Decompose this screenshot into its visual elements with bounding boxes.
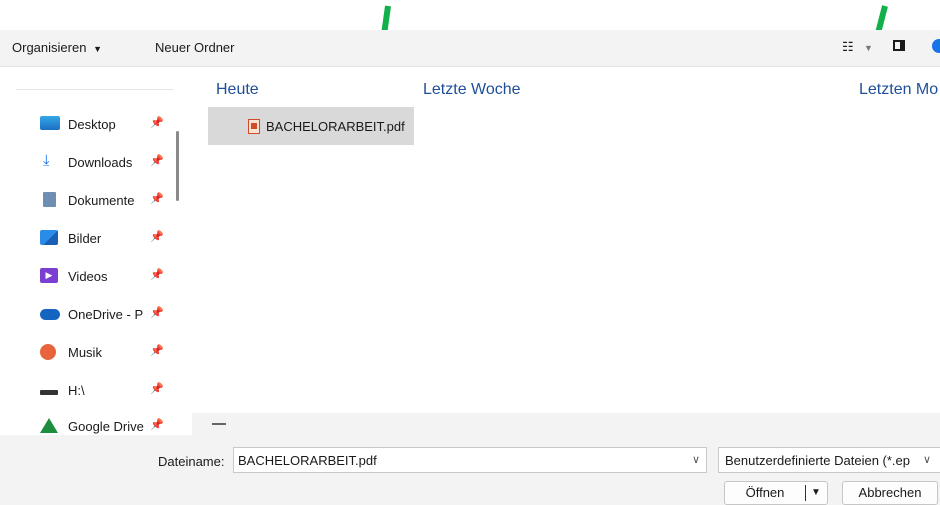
file-item[interactable]: BACHELORARBEIT.pdf	[208, 107, 414, 145]
filename-input[interactable]: BACHELORARBEIT.pdf ∨	[233, 447, 707, 473]
sidebar-item-h-drive[interactable]: H:\ 📌	[40, 379, 180, 403]
pin-icon: 📌	[150, 383, 164, 395]
scrollbar-thumb[interactable]	[212, 423, 226, 425]
document-icon	[40, 192, 60, 208]
download-icon: ⤓	[43, 152, 50, 169]
group-header-last-week[interactable]: Letzte Woche	[423, 81, 521, 99]
file-name: BACHELORARBEIT.pdf	[266, 119, 405, 134]
chevron-down-icon: ▼	[93, 44, 102, 54]
chevron-down-icon[interactable]: ▼	[864, 43, 873, 53]
organize-button[interactable]: Organisieren ▼	[12, 40, 102, 55]
caret-down-icon[interactable]: ▼	[811, 482, 821, 504]
file-type-select[interactable]: Benutzerdefinierte Dateien (*.ep ∨	[718, 447, 940, 473]
command-bar: Organisieren ▼ Neuer Ordner ☷ ▼	[0, 30, 940, 67]
sidebar-item-downloads[interactable]: ⤓ Downloads 📌	[40, 151, 180, 175]
sidebar-item-google-drive[interactable]: Google Drive 📌	[40, 415, 180, 435]
pin-icon: 📌	[150, 419, 164, 431]
desktop-icon	[40, 116, 60, 132]
cancel-button[interactable]: Abbrechen	[842, 481, 938, 505]
pin-icon: 📌	[150, 193, 164, 205]
pin-icon: 📌	[150, 307, 164, 319]
sidebar-item-onedrive[interactable]: OneDrive - P 📌	[40, 303, 180, 327]
new-folder-button[interactable]: Neuer Ordner	[155, 40, 234, 55]
file-type-value: Benutzerdefinierte Dateien (*.ep	[725, 453, 911, 468]
filename-value: BACHELORARBEIT.pdf	[238, 453, 377, 468]
sidebar-divider	[16, 89, 174, 90]
dialog-footer: Dateiname: BACHELORARBEIT.pdf ∨ Benutzer…	[0, 435, 940, 505]
help-icon[interactable]	[932, 39, 940, 56]
music-icon	[40, 344, 60, 360]
sidebar-item-desktop[interactable]: Desktop 📌	[40, 113, 180, 137]
sidebar-item-documents[interactable]: Dokumente 📌	[40, 189, 180, 213]
navigation-pane: Desktop 📌 ⤓ Downloads 📌 Dokumente 📌 Bild…	[0, 67, 190, 435]
filename-label: Dateiname:	[158, 454, 225, 469]
sidebar-item-pictures[interactable]: Bilder 📌	[40, 227, 180, 251]
google-drive-icon	[40, 418, 60, 434]
file-list: Heute Letzte Woche Letzten Mo BACHELORAR…	[192, 67, 940, 413]
pin-icon: 📌	[150, 269, 164, 281]
drive-icon	[40, 382, 60, 398]
pdf-file-icon	[248, 119, 260, 134]
pin-icon: 📌	[150, 117, 164, 129]
sidebar-item-videos[interactable]: ▶ Videos 📌	[40, 265, 180, 289]
open-button[interactable]: Öffnen ▼	[724, 481, 828, 505]
video-icon: ▶	[40, 268, 60, 284]
open-split-divider	[805, 485, 806, 501]
pin-icon: 📌	[150, 345, 164, 357]
chevron-down-icon[interactable]: ∨	[692, 453, 700, 466]
horizontal-scrollbar[interactable]	[192, 413, 940, 435]
chevron-down-icon[interactable]: ∨	[919, 453, 931, 466]
pin-icon: 📌	[150, 155, 164, 167]
group-header-last-month[interactable]: Letzten Mo	[859, 81, 938, 99]
group-header-today[interactable]: Heute	[216, 81, 259, 99]
onedrive-icon	[40, 306, 60, 322]
preview-pane-icon[interactable]	[893, 39, 905, 54]
sidebar-item-music[interactable]: Musik 📌	[40, 341, 180, 365]
pin-icon: 📌	[150, 231, 164, 243]
view-options-icon[interactable]: ☷	[842, 39, 854, 55]
pictures-icon	[40, 230, 60, 246]
